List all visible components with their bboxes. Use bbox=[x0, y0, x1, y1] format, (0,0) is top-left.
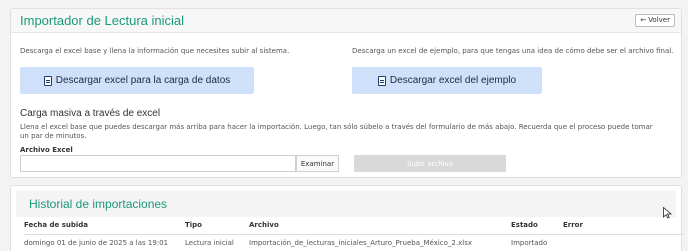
history-title: Historial de importaciones bbox=[29, 197, 168, 211]
download-base-label: Descargar excel para la carga de datos bbox=[55, 75, 231, 86]
file-icon bbox=[377, 75, 386, 86]
importer-header: Importador de Lectura inicial ← Volver bbox=[11, 9, 681, 33]
column-header: Error bbox=[563, 217, 684, 235]
back-label: Volver bbox=[648, 16, 670, 24]
file-icon bbox=[43, 75, 52, 86]
arrow-left-icon: ← bbox=[640, 16, 647, 24]
bulk-upload-title: Carga masiva a través de excel bbox=[20, 108, 161, 119]
cell-status: Importado bbox=[511, 238, 548, 247]
column-header: Estado bbox=[511, 217, 563, 235]
download-example-label: Descargar excel del ejemplo bbox=[389, 75, 517, 86]
history-card: Historial de importaciones Fecha de subi… bbox=[10, 185, 684, 251]
column-header: Fecha de subida bbox=[24, 217, 185, 235]
back-button[interactable]: ← Volver bbox=[635, 14, 675, 27]
table-row: domingo 01 de junio de 2025 a las 19:01 … bbox=[24, 234, 684, 251]
importer-card: Importador de Lectura inicial ← Volver D… bbox=[10, 8, 682, 178]
history-header: Historial de importaciones bbox=[16, 191, 676, 217]
cell-error bbox=[563, 234, 684, 251]
column-header: Tipo bbox=[185, 217, 249, 235]
download-example-note: Descarga un excel de ejemplo, para que t… bbox=[352, 47, 674, 55]
upload-button[interactable]: Subir archivo bbox=[354, 155, 506, 172]
file-input[interactable] bbox=[20, 155, 296, 172]
bulk-upload-note: Llena el excel base que puedes descargar… bbox=[20, 123, 653, 140]
history-table: Fecha de subida Tipo Archivo Estado Erro… bbox=[24, 217, 684, 251]
mouse-cursor-icon bbox=[663, 207, 672, 219]
page-title: Importador de Lectura inicial bbox=[20, 13, 185, 28]
download-base-button[interactable]: Descargar excel para la carga de datos bbox=[20, 67, 254, 94]
cell-type: Lectura inicial bbox=[185, 238, 234, 247]
file-label: Archivo Excel bbox=[20, 146, 73, 154]
browse-button[interactable]: Examinar bbox=[296, 155, 339, 172]
cell-file: Importación_de_lecturas_iniciales_Arturo… bbox=[249, 238, 472, 247]
download-example-button[interactable]: Descargar excel del ejemplo bbox=[352, 67, 542, 94]
table-header-row: Fecha de subida Tipo Archivo Estado Erro… bbox=[24, 217, 684, 235]
column-header: Archivo bbox=[249, 217, 511, 235]
download-base-note: Descarga el excel base y llena la inform… bbox=[20, 47, 290, 55]
cell-date: domingo 01 de junio de 2025 a las 19:01 bbox=[24, 238, 169, 247]
